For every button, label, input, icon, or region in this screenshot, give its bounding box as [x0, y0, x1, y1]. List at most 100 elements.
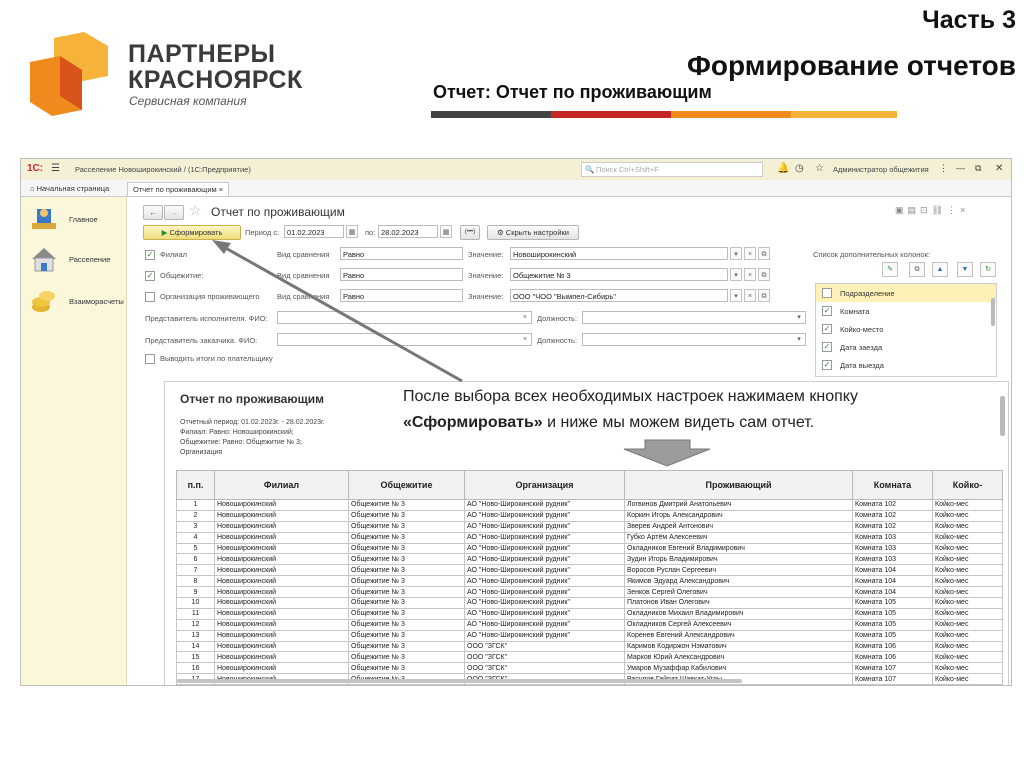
executor-rep-field[interactable] [277, 311, 532, 324]
filter-checkbox[interactable]: ✓ [145, 271, 155, 281]
value-field[interactable]: ООО "ЧОО "Вымпел-Сибирь" [510, 289, 728, 302]
open-icon[interactable]: ⧉ [758, 268, 770, 281]
edit-icon[interactable]: ✎ [882, 262, 898, 277]
table-cell: 2 [176, 509, 215, 522]
print-icon[interactable]: ▣ [895, 205, 908, 215]
table-cell: Комната 103 [852, 553, 933, 566]
open-icon[interactable]: ⧉ [758, 289, 770, 302]
refresh-icon[interactable]: ↻ [980, 262, 996, 277]
sidebar-item-settlement[interactable]: Расселение [29, 245, 110, 275]
link-icon[interactable]: ⛓ [932, 205, 947, 215]
filter-label: Общежитие: [160, 271, 204, 280]
column-checkbox[interactable]: ✓ [822, 360, 832, 370]
client-position-field[interactable] [582, 333, 806, 346]
value-label: Значение: [468, 250, 504, 259]
dropdown-icon[interactable]: ▾ [730, 247, 742, 260]
copy-icon[interactable]: ⧉ [909, 262, 925, 277]
table-cell: Койко-мес [932, 629, 1003, 642]
table-row: 15 Новоширокинский Общежитие № 3 ООО "ЗГСК"… [176, 651, 1003, 664]
preview-icon[interactable]: ⊡ [920, 205, 932, 215]
favorites-icon[interactable]: ☆ [815, 163, 824, 174]
column-checkbox[interactable]: ✓ [822, 324, 832, 334]
dropdown-icon[interactable]: ▾ [793, 333, 805, 346]
color-bar-segment [791, 111, 897, 118]
table-cell: Общежитие № 3 [348, 640, 465, 653]
table-cell: Новоширокинский [214, 607, 349, 620]
calendar-icon[interactable]: ▦ [346, 225, 358, 238]
column-name: Комната [840, 307, 870, 316]
client-rep-field[interactable] [277, 333, 532, 346]
calendar-icon[interactable]: ▦ [440, 225, 452, 238]
hide-settings-button[interactable]: ⚙ Скрыть настройки [487, 225, 579, 240]
table-cell: 6 [176, 553, 215, 566]
search-box[interactable]: 🔍 Поиск Ctrl+Shift+F [581, 162, 763, 177]
table-cell: Общежитие № 3 [348, 553, 465, 566]
minimize-icon[interactable]: — [956, 163, 965, 173]
sidebar-item-payments[interactable]: Взаиморасчеты [29, 287, 124, 317]
forward-button[interactable]: → [164, 205, 184, 220]
clear-icon[interactable]: × [519, 311, 531, 324]
list-item[interactable]: ✓ Койко-место [816, 320, 996, 338]
column-checkbox[interactable]: ✓ [822, 342, 832, 352]
period-to-field[interactable]: 28.02.2023 [378, 225, 438, 238]
comparison-select[interactable]: Равно [340, 289, 463, 302]
current-user[interactable]: Администратор общежития [833, 165, 929, 174]
notifications-icon[interactable]: 🔔 [777, 163, 789, 174]
list-item[interactable]: Подразделение [816, 284, 996, 302]
table-row: 12 Новоширокинский Общежитие № 3 АО "Ново-Ш… [176, 618, 1003, 631]
color-bar [431, 111, 897, 118]
list-item[interactable]: ✓ Комната [816, 302, 996, 320]
dropdown-icon[interactable]: ▾ [730, 289, 742, 302]
maximize-icon[interactable]: ⧉ [975, 163, 981, 174]
table-cell: Умаров Музаффар Кабилович [624, 662, 853, 675]
table-row: 5 Новоширокинский Общежитие № 3 АО "Ново-Ши… [176, 542, 1003, 555]
move-down-icon[interactable]: ▼ [957, 262, 973, 277]
filter-checkbox[interactable] [145, 292, 155, 302]
value-label: Значение: [468, 271, 504, 280]
clear-icon[interactable]: × [744, 268, 756, 281]
column-checkbox[interactable]: ✓ [822, 306, 832, 316]
dropdown-icon[interactable]: ▾ [730, 268, 742, 281]
value-field[interactable]: Общежитие № 3 [510, 268, 728, 281]
filter-checkbox[interactable]: ✓ [145, 250, 155, 260]
report-vscrollbar[interactable] [1000, 396, 1005, 436]
list-item[interactable]: ✓ Дата выезда [816, 356, 996, 374]
move-up-icon[interactable]: ▲ [932, 262, 948, 277]
history-icon[interactable]: ◷ [795, 163, 804, 174]
settings-icon[interactable]: ⋮ [939, 163, 948, 174]
comparison-select[interactable]: Равно [340, 247, 463, 260]
favorite-star-icon[interactable]: ☆ [189, 202, 202, 219]
totals-checkbox[interactable] [145, 354, 155, 364]
tab-home[interactable]: ⌂ Начальная страница [25, 182, 114, 195]
close-form-icon[interactable]: × [960, 205, 969, 215]
menu-icon[interactable]: ☰ [51, 163, 60, 174]
column-checkbox[interactable] [822, 288, 832, 298]
list-scrollbar[interactable] [991, 298, 995, 326]
dropdown-icon[interactable]: ▾ [793, 311, 805, 324]
open-icon[interactable]: ⧉ [758, 247, 770, 260]
tab-close-icon[interactable]: × [219, 185, 223, 194]
sidebar-item-main[interactable]: Главное [29, 205, 98, 235]
clear-icon[interactable]: × [519, 333, 531, 346]
close-window-icon[interactable]: ✕ [995, 163, 1003, 174]
generate-button[interactable]: ▶ Сформировать [143, 225, 241, 240]
comparison-label: Вид сравнения [277, 292, 330, 301]
list-item[interactable]: ✓ Дата заезда [816, 338, 996, 356]
tab-report[interactable]: Отчет по проживающим × [127, 182, 230, 196]
table-cell: 4 [176, 531, 215, 544]
clear-icon[interactable]: × [744, 289, 756, 302]
table-cell: АО "Ново-Широкинский рудник" [464, 629, 625, 642]
comparison-select[interactable]: Равно [340, 268, 463, 281]
save-icon[interactable]: ▤ [908, 205, 921, 215]
more-icon[interactable]: ⋮ [947, 205, 960, 215]
report-hscrollbar[interactable] [177, 679, 742, 683]
value-field[interactable]: Новоширокинский [510, 247, 728, 260]
executor-position-field[interactable] [582, 311, 806, 324]
table-cell: АО "Ново-Широкинский рудник" [464, 607, 625, 620]
clear-icon[interactable]: × [744, 247, 756, 260]
period-select-button[interactable]: (•••) [460, 225, 480, 240]
table-cell: 7 [176, 564, 215, 577]
position-label: Должность: [537, 336, 578, 345]
period-from-field[interactable]: 01.02.2023 [284, 225, 344, 238]
back-button[interactable]: ← [143, 205, 163, 220]
